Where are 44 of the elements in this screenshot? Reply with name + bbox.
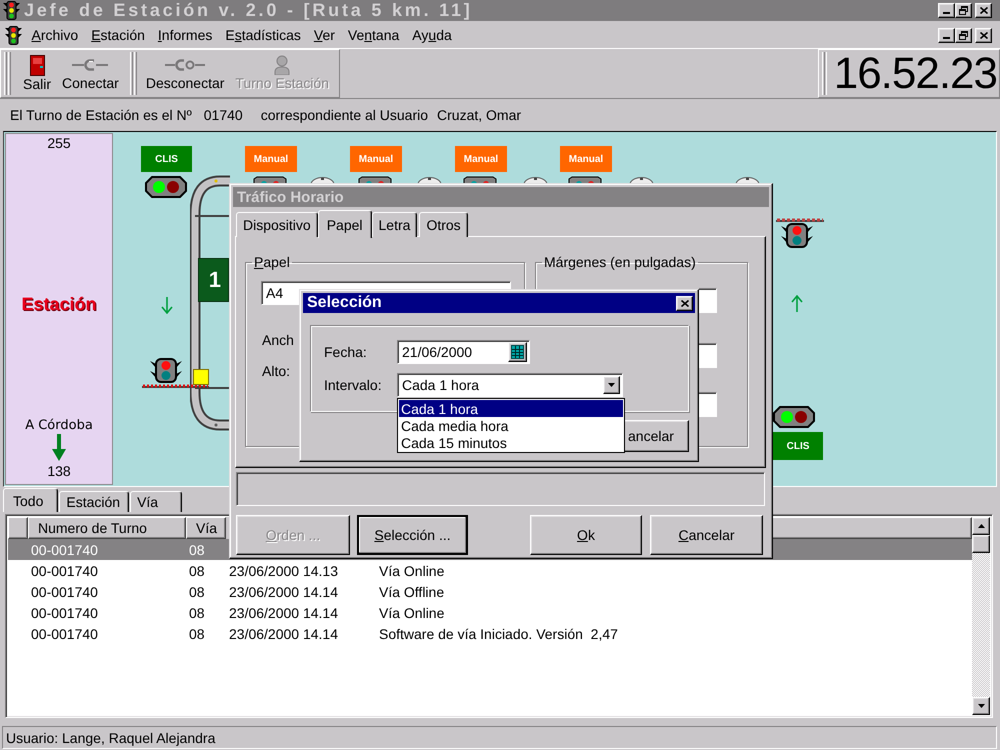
table-cell-text: 08: [188, 542, 206, 558]
table-cell-text: 00-001740: [30, 626, 99, 642]
dialog-title: Tráfico Horario: [233, 187, 769, 207]
status-text: Usuario: Lange, Raquel Alejandra: [2, 726, 997, 749]
shift-label: El Turno de Estación es el Nº: [10, 107, 192, 123]
clock-display: 16.52.23: [834, 51, 997, 96]
table-cell-text: 08: [188, 584, 206, 600]
table-cell-text: 08: [188, 626, 206, 642]
station-title: Estación: [21, 294, 97, 315]
track-block: 1: [198, 258, 229, 302]
shift-number: 01740: [204, 107, 243, 123]
table-cell-text: 08: [188, 562, 206, 578]
width-label: Anch: [262, 332, 295, 348]
user-label: correspondiente al Usuario: [260, 107, 428, 123]
count-label: 138: [47, 463, 71, 479]
table-cell-text: 23/06/2000 14.13: [228, 562, 339, 578]
status-tag: CLIS: [773, 432, 823, 460]
table-cell-text: 00-001740: [30, 604, 99, 620]
direction-label: A Córdoba: [25, 418, 93, 433]
table-cell-text: 00-001740: [30, 542, 99, 558]
table-cell-text: 23/06/2000 14.14: [228, 584, 339, 600]
status-tag: Manual: [245, 146, 297, 172]
table-cell-text: Vía Online: [378, 604, 446, 620]
status-tag: CLIS: [141, 146, 192, 172]
table-cell-text: Software de vía Iniciado. Versión 2,47: [378, 626, 619, 642]
table-cell-text: 08: [188, 604, 206, 620]
group-label: Márgenes (en pulgadas): [543, 254, 697, 270]
table-cell-text: 00-001740: [30, 562, 99, 578]
table-cell-text: 23/06/2000 14.14: [228, 604, 339, 620]
table-cell-text: 00-001740: [30, 584, 99, 600]
height-label: Alto:: [262, 363, 292, 379]
status-tag: Manual: [560, 146, 612, 172]
table-cell-text: Vía Online: [378, 562, 446, 578]
status-tag: Manual: [350, 146, 402, 172]
group-label: Papel: [253, 254, 291, 270]
date-label: Fecha:: [324, 344, 368, 360]
window-title: Jefe de Estación v. 2.0 - [Ruta 5 km. 11]: [24, 0, 474, 21]
table-cell-text: Vía Offline: [378, 584, 446, 600]
table-cell-text: 23/06/2000 14.14: [228, 626, 339, 642]
dialog-title: Selección: [307, 294, 382, 312]
user-name: Cruzat, Omar: [437, 107, 522, 123]
interval-label: Intervalo:: [324, 377, 383, 393]
status-tag: Manual: [455, 146, 507, 172]
count-label: 255: [47, 135, 71, 151]
